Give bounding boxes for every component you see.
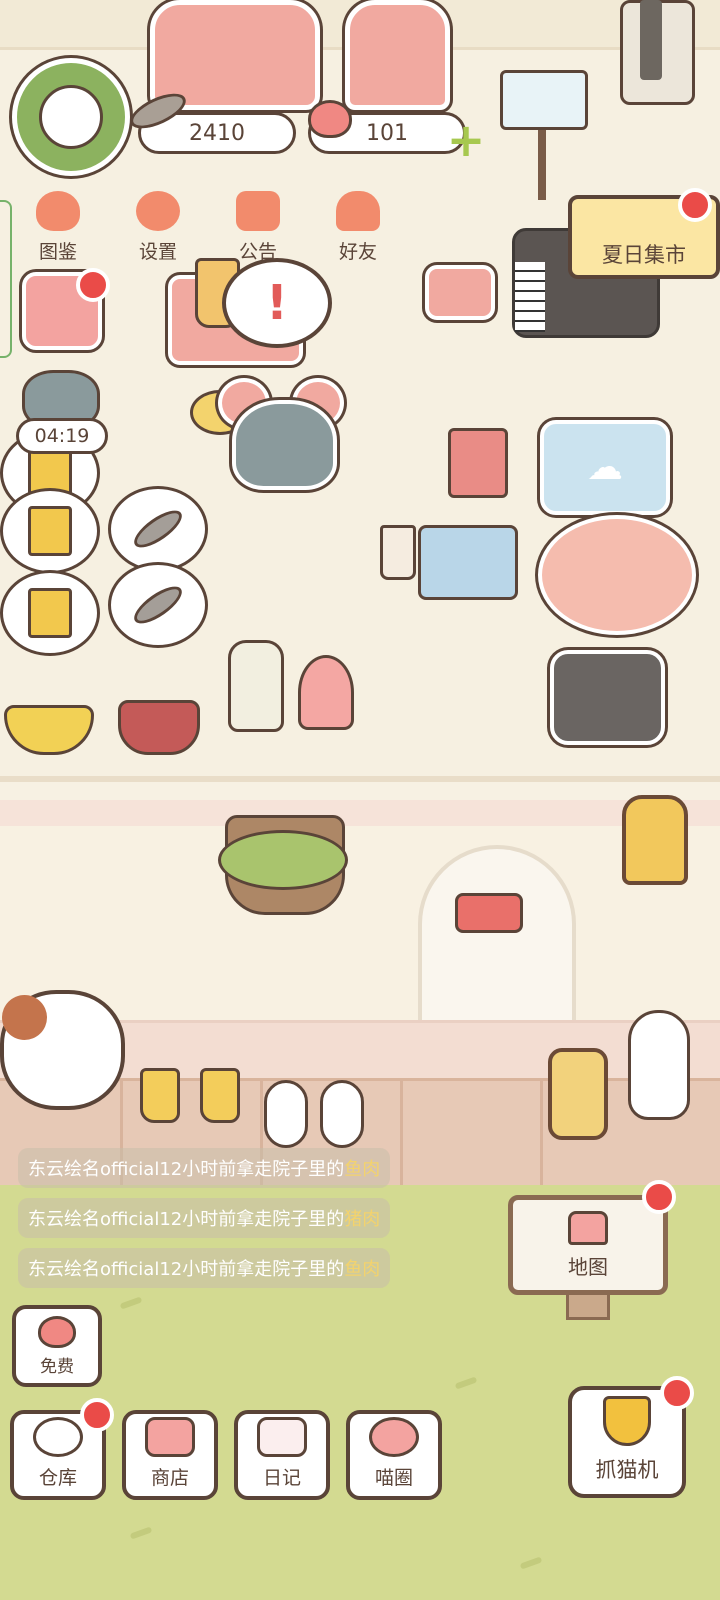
cat-face-icon xyxy=(36,191,80,231)
claw-icon xyxy=(603,1396,651,1446)
map-badge xyxy=(642,1180,676,1214)
free-gift-button[interactable]: 免费 xyxy=(12,1305,102,1387)
menu-friends[interactable]: 好友 xyxy=(314,186,402,264)
pink-beanbag[interactable] xyxy=(538,515,696,635)
nav-label: 商店 xyxy=(150,1467,189,1489)
cloud-pillow[interactable]: ☁ xyxy=(540,420,670,515)
ice-cream[interactable] xyxy=(298,655,354,730)
add-hearts-button[interactable]: + xyxy=(446,113,486,167)
nav-shop[interactable]: 商店 xyxy=(122,1410,218,1500)
avatar-face-icon xyxy=(39,85,103,149)
piano-keys xyxy=(515,262,545,332)
feed-text: 东云绘名official12小时前拿走院子里的 xyxy=(28,1159,345,1180)
gear-icon xyxy=(136,191,180,231)
milk-bottle[interactable] xyxy=(228,640,284,732)
feed-text: 东云绘名official12小时前拿走院子里的 xyxy=(28,1209,345,1230)
side-drawer-tab[interactable] xyxy=(0,200,12,358)
summer-market-label: 夏日集市 xyxy=(602,243,686,267)
red-food-bowl[interactable] xyxy=(118,700,200,755)
menu-announcement[interactable]: 公告 xyxy=(214,186,302,264)
nav-label: 喵圈 xyxy=(374,1467,413,1489)
map-button[interactable]: 地图 xyxy=(508,1195,668,1295)
task-badge xyxy=(76,268,110,302)
fish-coin-value: 2410 xyxy=(189,120,245,146)
storage-badge xyxy=(80,1398,114,1432)
cat-planet-icon xyxy=(369,1417,419,1457)
floor-divider xyxy=(0,776,720,782)
cat-food-bubble[interactable] xyxy=(0,488,100,574)
deck-plank-line xyxy=(540,1080,543,1185)
hanging-plant-leaves xyxy=(218,830,348,890)
cat-food-bubble[interactable] xyxy=(0,570,100,656)
feed-item-highlight: 鱼肉 xyxy=(344,1159,381,1180)
free-label: 免费 xyxy=(40,1356,74,1377)
feed-item-highlight: 猪肉 xyxy=(344,1209,381,1230)
activity-feed-item: 东云绘名official12小时前拿走院子里的 猪肉 xyxy=(18,1198,391,1238)
music-stand-leg xyxy=(538,130,546,200)
deck-plank-line xyxy=(400,1080,403,1185)
yellow-boot[interactable] xyxy=(140,1068,180,1123)
bunny-slipper[interactable] xyxy=(320,1080,364,1148)
music-stand[interactable] xyxy=(500,70,588,130)
koinobori-windsock[interactable] xyxy=(455,893,523,933)
bunny-slipper[interactable] xyxy=(264,1080,308,1148)
pink-armchair[interactable] xyxy=(345,0,450,110)
fish-bubble[interactable] xyxy=(108,486,208,572)
calico-cat-patch xyxy=(2,995,47,1040)
heart-icon xyxy=(308,100,352,138)
coffee-cup[interactable] xyxy=(380,525,416,580)
activity-feed-item: 东云绘名official12小时前拿走院子里的 鱼肉 xyxy=(18,1248,391,1288)
heart-icon xyxy=(38,1315,76,1348)
diary-icon xyxy=(257,1417,307,1457)
heart-value: 101 xyxy=(366,120,408,146)
feed-text: 东云绘名official12小时前拿走院子里的 xyxy=(28,1259,345,1280)
cat-food-bag-icon xyxy=(28,506,72,556)
nav-diary[interactable]: 日记 xyxy=(234,1410,330,1500)
timer-text: 04:19 xyxy=(34,425,90,447)
pink-book[interactable] xyxy=(448,428,508,498)
summer-market-badge xyxy=(678,188,712,222)
alert-bubble[interactable]: ! xyxy=(222,258,332,348)
menu-collection[interactable]: 图鉴 xyxy=(14,186,102,264)
open-books-stack[interactable] xyxy=(418,525,518,600)
piano-stool[interactable] xyxy=(425,265,495,320)
visitor-timer: 04:19 xyxy=(16,418,108,454)
fish-icon xyxy=(128,579,188,631)
nav-label: 仓库 xyxy=(38,1467,77,1489)
nav-label: 日记 xyxy=(262,1467,301,1489)
floor-lantern[interactable] xyxy=(548,1048,608,1140)
yellow-boot[interactable] xyxy=(200,1068,240,1123)
feed-item-highlight: 鱼肉 xyxy=(344,1259,381,1280)
cat-food-bag-icon xyxy=(28,588,72,638)
menu-label: 好友 xyxy=(338,241,377,263)
friends-icon xyxy=(336,191,380,231)
fish-bubble[interactable] xyxy=(108,562,208,648)
gray-backpack[interactable] xyxy=(550,650,665,745)
player-avatar[interactable] xyxy=(12,58,130,176)
floor-lamp-shade xyxy=(640,0,662,80)
plus-icon: + xyxy=(446,113,486,167)
wall-lantern[interactable] xyxy=(622,795,688,885)
storage-icon xyxy=(33,1417,83,1457)
nav-cat-circle[interactable]: 喵圈 xyxy=(346,1410,442,1500)
fish-icon xyxy=(128,503,188,555)
lower-wall-trim xyxy=(0,800,720,826)
activity-feed-item: 东云绘名official12小时前拿走院子里的 鱼肉 xyxy=(18,1148,391,1188)
claw-machine-badge xyxy=(660,1376,694,1410)
menu-label: 公告 xyxy=(238,241,277,263)
gift-icon xyxy=(236,191,280,231)
shop-icon xyxy=(145,1417,195,1457)
house-icon xyxy=(568,1210,608,1245)
garden-gnome[interactable] xyxy=(628,1010,690,1120)
lower-wall xyxy=(0,800,720,1030)
menu-label: 图鉴 xyxy=(38,241,77,263)
menu-settings[interactable]: 设置 xyxy=(114,186,202,264)
claw-label: 抓猫机 xyxy=(595,1458,659,1482)
menu-label: 设置 xyxy=(138,241,177,263)
cloud-icon: ☁ xyxy=(587,447,623,488)
map-label: 地图 xyxy=(568,1254,608,1279)
mouse-visitor[interactable] xyxy=(232,400,337,490)
